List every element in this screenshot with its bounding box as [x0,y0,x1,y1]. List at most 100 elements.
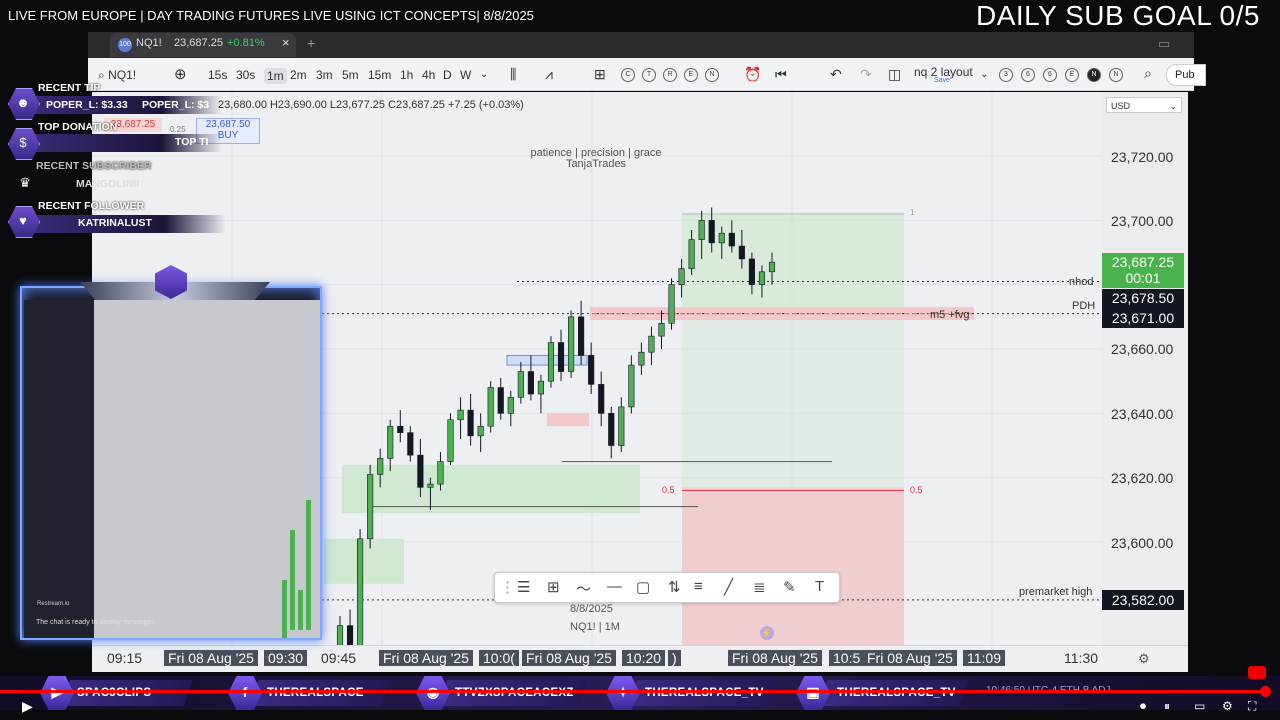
layout-toggle-0[interactable]: 3 [999,68,1013,82]
currency-select[interactable]: USD ⌄ [1106,97,1182,113]
timeframe-W[interactable]: W [460,68,471,82]
webcam-candles [282,500,311,638]
fvg-blue-zone [506,354,588,366]
layout-toggle-5[interactable]: N [1109,68,1123,82]
timeframe-2m[interactable]: 2m [290,68,307,82]
social-handle[interactable]: THEREALSPACE [267,687,364,699]
candle-body [658,322,665,337]
indicator-toggle-c[interactable]: C [621,68,635,82]
sub-goal-counter: DAILY SUB GOAL 0/5 [976,0,1260,31]
publish-button[interactable]: Pub [1166,64,1206,86]
social-handle[interactable]: THEREALSPACE_TV [645,687,764,699]
timeframe-5m[interactable]: 5m [342,68,359,82]
text-icon[interactable]: T [815,578,824,595]
play-icon[interactable]: ▶ [22,698,33,715]
drag-handle-icon[interactable]: ⋮ [500,578,515,596]
templates-icon[interactable]: ⊞ [594,66,606,83]
spread-value: 0.25 [170,125,186,134]
timeframe-4h[interactable]: 4h [422,68,435,82]
layout-toggle-1[interactable]: 6 [1021,68,1035,82]
recent-follower-title: RECENT FOLLOWER [38,200,145,212]
candle-body [668,284,675,324]
brush-icon[interactable]: ✎ [783,578,796,596]
money-bag-icon: $ [19,135,27,150]
recent-subscriber-title: RECENT SUBSCRIBER [36,160,152,172]
candle-body [578,316,585,356]
fib-right-label: 0.5 [910,485,923,495]
youtube-logo-icon [1248,666,1266,679]
rectangle-icon[interactable]: ▢ [636,578,650,596]
layout-toggle-2[interactable]: 6 [1043,68,1057,82]
webcam-candle [298,590,303,630]
window-layout-icon[interactable]: ▭ [1158,36,1170,52]
timeframe-15s[interactable]: 15s [208,68,227,82]
panel-icon[interactable]: ◫ [888,66,901,83]
price-tick: 23,600.00 [1111,535,1174,551]
candle-body [357,538,364,645]
indicators-icon[interactable]: ⩘ [545,66,553,83]
time-tick: 09:30 [264,650,308,666]
settings-gear-icon[interactable]: ⚙ [1138,651,1150,667]
vertical-line-icon[interactable]: ⇅ [668,578,681,596]
timeframe-30s[interactable]: 30s [236,68,255,82]
time-tick: Fri 08 Aug '25 [164,650,258,666]
candle-body [648,335,655,353]
candle-body [738,245,745,260]
indicator-toggle-r[interactable]: R [663,68,677,82]
time-tick: Fri 08 Aug '25 [522,650,616,666]
indicator-toggle-e[interactable]: E [684,68,698,82]
lightning-icon[interactable]: ⚡ [760,626,774,640]
social-handle[interactable]: TTVZXSPACEACEXZ [455,687,574,699]
replay-icon[interactable]: ⏮ [775,67,787,83]
grid-icon[interactable]: ⊞ [547,578,560,596]
time-tick: Fri 08 Aug '25 [863,650,957,666]
redo-icon[interactable]: ↷ [860,66,872,83]
timeframe-1h[interactable]: 1h [400,68,413,82]
parallel-channel-icon[interactable]: ≡ [694,578,703,595]
tab-symbol: NQ1! [136,37,162,49]
layout-toggle-3[interactable]: E [1065,68,1079,82]
symbol-search[interactable]: ⌕ NQ1! [98,68,136,83]
trendline-icon[interactable]: ╱ [724,578,733,596]
alert-icon[interactable]: ⏰ [744,66,761,83]
timeframe-3m[interactable]: 3m [316,68,333,82]
price-tick: 23,660.00 [1111,341,1174,357]
timeframe-15m[interactable]: 15m [368,68,391,82]
compare-add-icon[interactable]: ⊕ [174,65,187,83]
timeframe-chevron-icon[interactable]: ⌄ [480,69,488,80]
settings-icon[interactable]: ⚙ [1222,699,1233,713]
candle-body [568,316,575,372]
premarket-price-label: 23,582.00 [1102,590,1184,610]
indicator-toggle-n[interactable]: N [705,68,719,82]
indicator-toggle-t[interactable]: T [642,68,656,82]
undo-icon[interactable]: ↶ [830,66,842,83]
timeframe-D[interactable]: D [443,68,452,82]
layout-dropdown-chevron-icon[interactable]: ⌄ [980,69,988,80]
timeframe-1m[interactable]: 1m [264,68,287,84]
time-tick: 10:20 [622,650,666,666]
candle-body [367,474,374,540]
captions-icon[interactable]: ▭ [1194,699,1205,713]
horizontal-line-icon[interactable]: — [607,578,622,595]
layout-toggle-4[interactable]: N [1087,68,1101,82]
video-progress-bar[interactable] [0,690,1268,693]
candle-body [638,351,645,366]
lines-icon[interactable]: ☰ [517,578,530,596]
fullscreen-icon[interactable]: ⛶ [1248,699,1256,714]
close-tab-icon[interactable]: × [282,35,290,50]
progress-scrubber[interactable] [1260,686,1271,697]
price-scale[interactable] [1102,92,1188,645]
path-icon[interactable]: 〜 [576,578,591,599]
search-icon[interactable]: ⌕ [1144,65,1152,82]
new-tab-icon[interactable]: + [307,35,315,51]
candle-body [447,419,454,462]
social-handle[interactable]: THEREALSPACE_TV [837,687,956,699]
autoplay-icon[interactable]: ⏺ [1140,699,1146,714]
candle-body [618,406,625,446]
candle-body [628,364,635,408]
footer-symbol: NQ1! | 1M [570,621,620,633]
social-handle[interactable]: SPAC3CLIPS [77,687,151,699]
pause-toggle-icon[interactable]: ⏸ [1164,699,1170,714]
fib-icon[interactable]: ≣ [753,578,766,596]
candle-type-icon[interactable]: ⫼ [510,66,516,83]
